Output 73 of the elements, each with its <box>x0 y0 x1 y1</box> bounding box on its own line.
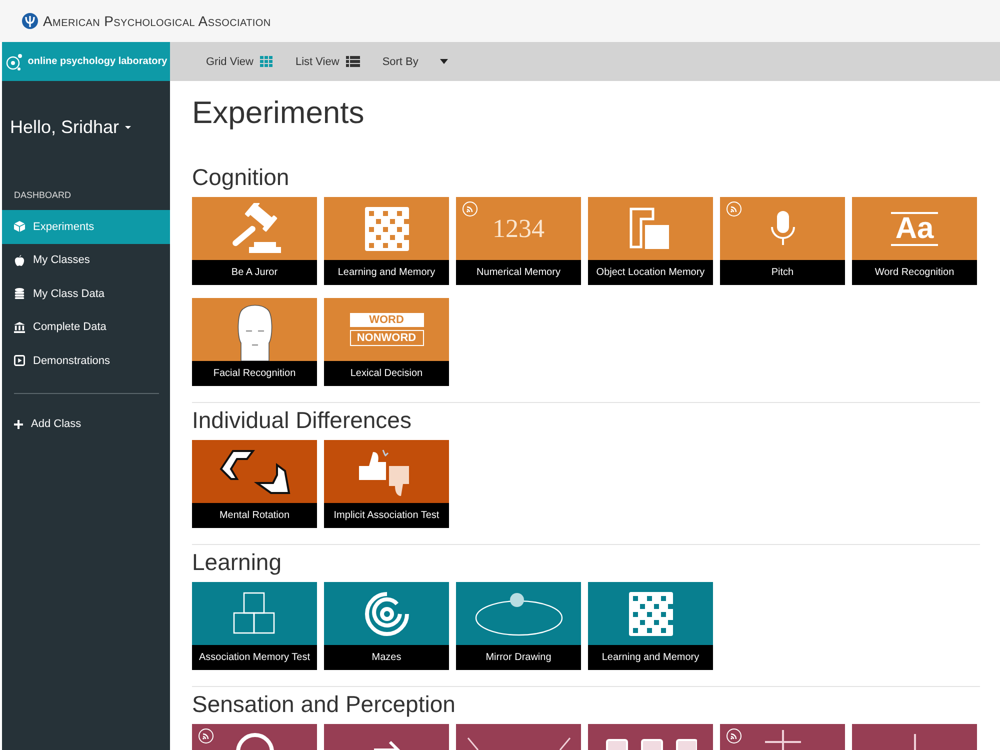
caret-icon <box>440 59 448 64</box>
nav-item[interactable]: Demonstrations <box>2 344 170 378</box>
tile-label: Numerical Memory <box>456 260 581 285</box>
list-icon <box>346 56 360 67</box>
category-heading: Cognition <box>192 164 290 191</box>
experiment-tile[interactable]: Association Memory Test <box>192 582 317 670</box>
experiment-tile[interactable]: Mental Rotation <box>192 440 317 528</box>
organization-name: American Psychological Association <box>43 13 271 29</box>
caret-icon[interactable] <box>125 126 132 130</box>
section-label: DASHBOARD <box>13 189 72 202</box>
page-title: Experiments <box>192 95 366 131</box>
experiment-tile[interactable]: WORD NONWORD Lexical Decision <box>324 298 449 386</box>
tile-label: Object Location Memory <box>588 260 713 285</box>
letters-artwork: Aa <box>891 212 938 246</box>
database-icon <box>14 288 25 300</box>
experiment-tile[interactable]: Facial Recognition <box>192 298 317 386</box>
list-view-button[interactable]: List View <box>295 56 360 68</box>
tile-label: Learning and Memory <box>588 645 713 670</box>
orbit-logo-icon <box>4 52 23 70</box>
nav-item-label: Demonstrations <box>33 354 110 367</box>
nav-item-label: Experiments <box>33 220 94 233</box>
experiment-tile[interactable]: Mazes <box>324 582 449 670</box>
experiment-tile[interactable]: Learning and Memory <box>588 582 713 670</box>
user-greeting[interactable]: Hello, Sridhar <box>10 117 120 138</box>
stacked-squares-icon <box>232 592 276 636</box>
tile-label: Lexical Decision <box>324 361 449 386</box>
sort-by-button[interactable]: Sort By <box>382 56 448 68</box>
maze-icon <box>364 590 410 636</box>
apple-icon <box>14 254 25 266</box>
experiment-tile[interactable]: Pitch <box>720 197 845 285</box>
experiment-tile[interactable]: Implicit Association Test <box>324 440 449 528</box>
add-class-item[interactable]: Add Class <box>2 408 170 441</box>
nav-item[interactable]: My Class Data <box>2 277 170 310</box>
lab-brand-name: online psychology laboratory <box>28 56 168 67</box>
experiment-tile[interactable]: 1234 Numerical Memory <box>456 197 581 285</box>
grid-icon <box>260 56 274 67</box>
add-class-label: Add Class <box>31 418 82 430</box>
nav-item-label: My Classes <box>33 254 90 266</box>
microphone-icon <box>770 210 796 246</box>
experiment-tile[interactable]: Learning and Memory <box>324 197 449 285</box>
nav-item[interactable]: Complete Data <box>2 310 170 344</box>
play-box-icon <box>14 355 25 366</box>
tile-label: Be A Juror <box>192 260 317 285</box>
tile-label: Mazes <box>324 645 449 670</box>
nav-item-label: My Class Data <box>33 288 105 300</box>
number-artwork: 1234 <box>492 214 544 244</box>
plus-icon <box>14 420 23 429</box>
dot-grid-icon <box>364 206 408 250</box>
tile-label: Association Memory Test <box>192 645 317 670</box>
nav-item[interactable]: My Classes <box>2 244 170 277</box>
tile-label: Word Recognition <box>852 260 977 285</box>
word-choice-artwork: WORD NONWORD <box>350 313 424 346</box>
dot-grid-icon <box>628 592 672 636</box>
category-heading: Sensation and Perception <box>192 691 456 718</box>
tile-label: Pitch <box>720 260 845 285</box>
crosshair-icon <box>762 728 802 750</box>
psi-logo-icon <box>22 13 38 29</box>
category-heading: Learning <box>192 549 283 576</box>
bank-icon <box>14 322 25 333</box>
cube-icon <box>14 221 25 232</box>
experiment-tile[interactable]: Object Location Memory <box>588 197 713 285</box>
grid-view-button[interactable]: Grid View <box>206 56 274 68</box>
tile-label: Facial Recognition <box>192 361 317 386</box>
category-heading: Individual Differences <box>192 407 412 434</box>
tile-label: Implicit Association Test <box>324 503 449 528</box>
tile-label: Mental Rotation <box>192 503 317 528</box>
nav-item-label: Complete Data <box>33 321 106 334</box>
tile-label: Learning and Memory <box>324 260 449 285</box>
ellipse-path-icon <box>474 592 564 636</box>
experiment-tile[interactable]: Mirror Drawing <box>456 582 581 670</box>
tile-label: Mirror Drawing <box>456 645 581 670</box>
experiment-tile[interactable]: Be A Juror <box>192 197 317 285</box>
experiment-tile[interactable]: Aa Word Recognition <box>852 197 977 285</box>
